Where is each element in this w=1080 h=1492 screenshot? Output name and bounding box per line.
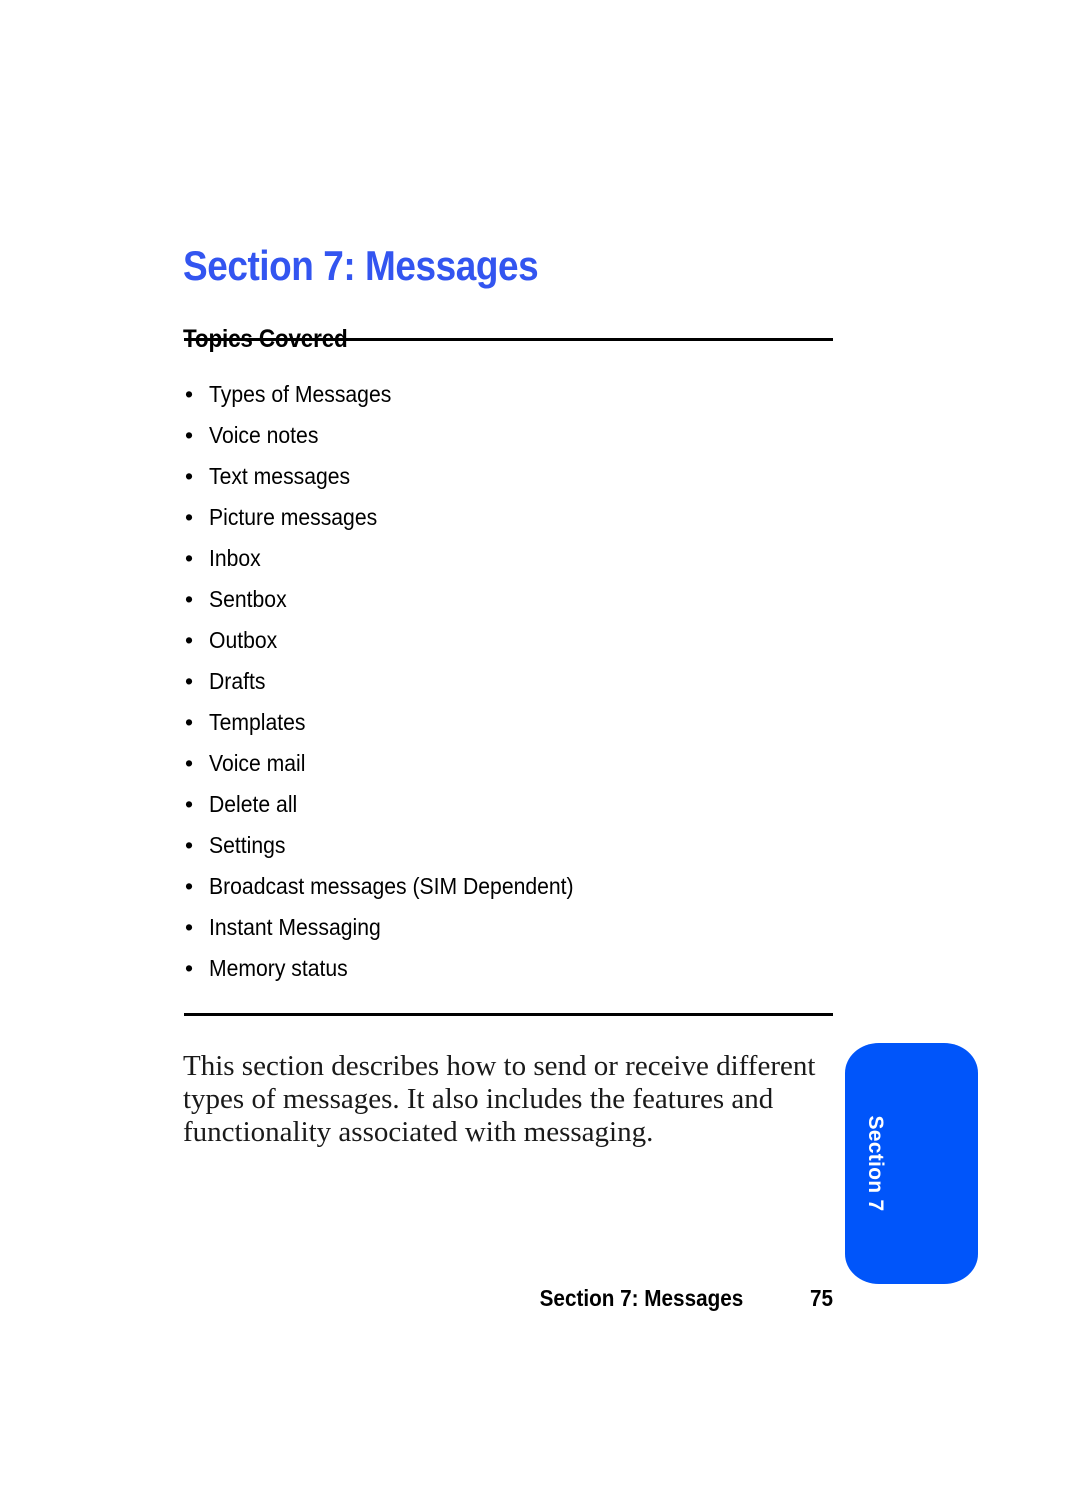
list-item-label: Sentbox	[209, 586, 287, 612]
intro-paragraph: This section describes how to send or re…	[183, 1050, 816, 1148]
divider-top	[184, 338, 833, 341]
list-item-label: Instant Messaging	[209, 914, 381, 940]
list-item-label: Types of Messages	[209, 381, 392, 407]
bullet-icon: •	[185, 586, 194, 612]
list-item: • Delete all	[183, 784, 843, 825]
list-item-label: Voice notes	[209, 422, 319, 448]
list-item-label: Memory status	[209, 955, 348, 981]
list-item: • Picture messages	[183, 497, 843, 538]
list-item-label: Delete all	[209, 791, 298, 817]
bullet-icon: •	[185, 422, 194, 448]
section-thumb-tab: Section 7	[845, 1043, 978, 1284]
bullet-icon: •	[185, 914, 194, 940]
list-item: • Voice notes	[183, 415, 843, 456]
list-item-label: Settings	[209, 832, 286, 858]
list-item: • Memory status	[183, 948, 843, 989]
list-item: • Inbox	[183, 538, 843, 579]
list-item: • Voice mail	[183, 743, 843, 784]
list-item: • Text messages	[183, 456, 843, 497]
list-item: • Templates	[183, 702, 843, 743]
list-item-label: Drafts	[209, 668, 266, 694]
bullet-icon: •	[185, 709, 194, 735]
bullet-icon: •	[185, 955, 194, 981]
list-item: • Types of Messages	[183, 374, 843, 415]
bullet-icon: •	[185, 504, 194, 530]
bullet-icon: •	[185, 463, 194, 489]
list-item-label: Inbox	[209, 545, 261, 571]
divider-bottom	[184, 1013, 833, 1016]
bullet-icon: •	[185, 832, 194, 858]
list-item: • Outbox	[183, 620, 843, 661]
page-footer: Section 7: Messages 75	[184, 1283, 833, 1313]
list-item-label: Picture messages	[209, 504, 378, 530]
topics-list: • Types of Messages • Voice notes • Text…	[183, 374, 843, 989]
bullet-icon: •	[185, 873, 194, 899]
footer-section-title: Section 7: Messages	[539, 1284, 743, 1311]
list-item: • Instant Messaging	[183, 907, 843, 948]
page-title: Section 7: Messages	[183, 242, 539, 290]
list-item-label: Templates	[209, 709, 306, 735]
list-item-label: Outbox	[209, 627, 278, 653]
list-item: • Drafts	[183, 661, 843, 702]
document-page: Section 7: Messages Topics Covered • Typ…	[0, 0, 1080, 1492]
page-number: 75	[809, 1284, 833, 1311]
bullet-icon: •	[185, 791, 194, 817]
list-item: • Sentbox	[183, 579, 843, 620]
bullet-icon: •	[185, 627, 194, 653]
section-tab-label: Section 7	[864, 1115, 887, 1212]
bullet-icon: •	[185, 381, 194, 407]
list-item: • Settings	[183, 825, 843, 866]
list-item-label: Voice mail	[209, 750, 306, 776]
list-item: • Broadcast messages (SIM Dependent)	[183, 866, 843, 907]
bullet-icon: •	[185, 750, 194, 776]
list-item-label: Text messages	[209, 463, 351, 489]
list-item-label: Broadcast messages (SIM Dependent)	[209, 873, 574, 899]
bullet-icon: •	[185, 668, 194, 694]
bullet-icon: •	[185, 545, 194, 571]
